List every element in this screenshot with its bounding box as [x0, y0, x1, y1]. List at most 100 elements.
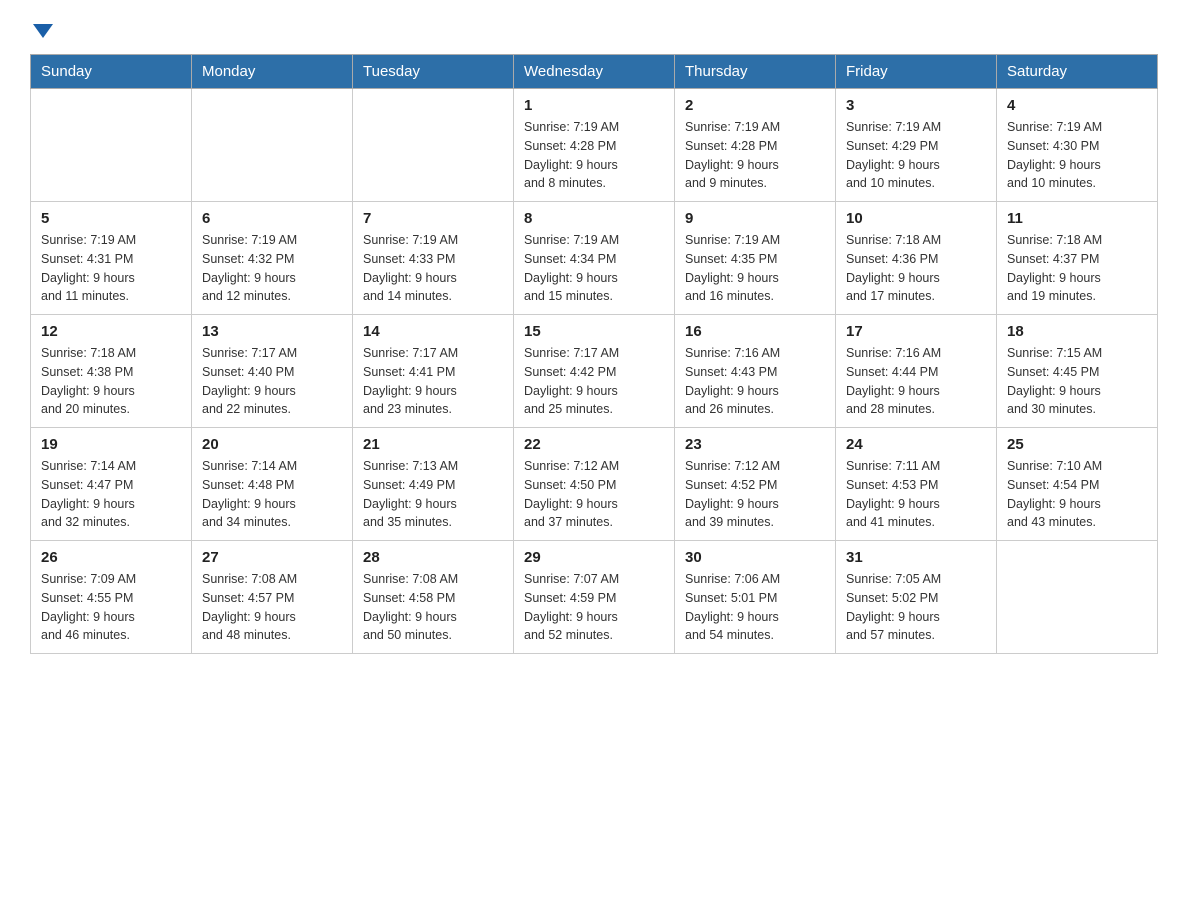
day-info: Sunrise: 7:19 AM Sunset: 4:28 PM Dayligh… [524, 118, 664, 193]
day-number: 15 [524, 323, 664, 340]
day-info: Sunrise: 7:14 AM Sunset: 4:47 PM Dayligh… [41, 457, 181, 532]
day-number: 10 [846, 210, 986, 227]
day-info: Sunrise: 7:19 AM Sunset: 4:29 PM Dayligh… [846, 118, 986, 193]
day-number: 12 [41, 323, 181, 340]
day-cell: 15 Sunrise: 7:17 AM Sunset: 4:42 PM Dayli… [514, 315, 675, 428]
day-cell [192, 89, 353, 202]
day-number: 7 [363, 210, 503, 227]
week-row-3: 12 Sunrise: 7:18 AM Sunset: 4:38 PM Dayli… [31, 315, 1158, 428]
day-cell: 2 Sunrise: 7:19 AM Sunset: 4:28 PM Daylig… [675, 89, 836, 202]
weekday-header-friday: Friday [836, 55, 997, 89]
page-header [30, 20, 1158, 36]
day-cell: 22 Sunrise: 7:12 AM Sunset: 4:50 PM Dayli… [514, 428, 675, 541]
week-row-1: 1 Sunrise: 7:19 AM Sunset: 4:28 PM Daylig… [31, 89, 1158, 202]
day-info: Sunrise: 7:12 AM Sunset: 4:50 PM Dayligh… [524, 457, 664, 532]
day-cell: 30 Sunrise: 7:06 AM Sunset: 5:01 PM Dayli… [675, 541, 836, 654]
weekday-header-thursday: Thursday [675, 55, 836, 89]
day-cell: 21 Sunrise: 7:13 AM Sunset: 4:49 PM Dayli… [353, 428, 514, 541]
day-number: 6 [202, 210, 342, 227]
day-number: 18 [1007, 323, 1147, 340]
day-info: Sunrise: 7:16 AM Sunset: 4:44 PM Dayligh… [846, 344, 986, 419]
calendar-table: SundayMondayTuesdayWednesdayThursdayFrid… [30, 54, 1158, 654]
weekday-header-saturday: Saturday [997, 55, 1158, 89]
day-info: Sunrise: 7:06 AM Sunset: 5:01 PM Dayligh… [685, 570, 825, 645]
day-info: Sunrise: 7:19 AM Sunset: 4:31 PM Dayligh… [41, 231, 181, 306]
day-number: 14 [363, 323, 503, 340]
day-number: 1 [524, 97, 664, 114]
day-cell: 16 Sunrise: 7:16 AM Sunset: 4:43 PM Dayli… [675, 315, 836, 428]
day-info: Sunrise: 7:17 AM Sunset: 4:41 PM Dayligh… [363, 344, 503, 419]
weekday-header-sunday: Sunday [31, 55, 192, 89]
day-cell: 3 Sunrise: 7:19 AM Sunset: 4:29 PM Daylig… [836, 89, 997, 202]
day-cell: 13 Sunrise: 7:17 AM Sunset: 4:40 PM Dayli… [192, 315, 353, 428]
day-cell: 17Sunrise: 7:16 AM Sunset: 4:44 PM Dayli… [836, 315, 997, 428]
day-info: Sunrise: 7:15 AM Sunset: 4:45 PM Dayligh… [1007, 344, 1147, 419]
day-info: Sunrise: 7:07 AM Sunset: 4:59 PM Dayligh… [524, 570, 664, 645]
day-number: 30 [685, 549, 825, 566]
day-number: 25 [1007, 436, 1147, 453]
day-cell: 20 Sunrise: 7:14 AM Sunset: 4:48 PM Dayli… [192, 428, 353, 541]
day-number: 28 [363, 549, 503, 566]
day-cell: 23Sunrise: 7:12 AM Sunset: 4:52 PM Dayli… [675, 428, 836, 541]
day-cell [31, 89, 192, 202]
day-number: 21 [363, 436, 503, 453]
day-info: Sunrise: 7:18 AM Sunset: 4:38 PM Dayligh… [41, 344, 181, 419]
day-number: 9 [685, 210, 825, 227]
day-info: Sunrise: 7:18 AM Sunset: 4:36 PM Dayligh… [846, 231, 986, 306]
day-cell: 24 Sunrise: 7:11 AM Sunset: 4:53 PM Dayli… [836, 428, 997, 541]
day-info: Sunrise: 7:10 AM Sunset: 4:54 PM Dayligh… [1007, 457, 1147, 532]
day-number: 11 [1007, 210, 1147, 227]
weekday-header-tuesday: Tuesday [353, 55, 514, 89]
day-info: Sunrise: 7:12 AM Sunset: 4:52 PM Dayligh… [685, 457, 825, 532]
day-cell: 1 Sunrise: 7:19 AM Sunset: 4:28 PM Daylig… [514, 89, 675, 202]
day-cell: 11 Sunrise: 7:18 AM Sunset: 4:37 PM Dayli… [997, 202, 1158, 315]
day-info: Sunrise: 7:19 AM Sunset: 4:28 PM Dayligh… [685, 118, 825, 193]
day-number: 22 [524, 436, 664, 453]
day-number: 13 [202, 323, 342, 340]
day-number: 5 [41, 210, 181, 227]
day-info: Sunrise: 7:05 AM Sunset: 5:02 PM Dayligh… [846, 570, 986, 645]
day-cell: 8 Sunrise: 7:19 AM Sunset: 4:34 PM Daylig… [514, 202, 675, 315]
day-info: Sunrise: 7:16 AM Sunset: 4:43 PM Dayligh… [685, 344, 825, 419]
day-info: Sunrise: 7:17 AM Sunset: 4:40 PM Dayligh… [202, 344, 342, 419]
week-row-2: 5 Sunrise: 7:19 AM Sunset: 4:31 PM Daylig… [31, 202, 1158, 315]
day-cell: 7Sunrise: 7:19 AM Sunset: 4:33 PM Daylig… [353, 202, 514, 315]
day-info: Sunrise: 7:17 AM Sunset: 4:42 PM Dayligh… [524, 344, 664, 419]
day-cell: 28Sunrise: 7:08 AM Sunset: 4:58 PM Dayli… [353, 541, 514, 654]
day-info: Sunrise: 7:13 AM Sunset: 4:49 PM Dayligh… [363, 457, 503, 532]
day-number: 31 [846, 549, 986, 566]
logo [30, 20, 53, 36]
day-info: Sunrise: 7:19 AM Sunset: 4:35 PM Dayligh… [685, 231, 825, 306]
day-cell: 10 Sunrise: 7:18 AM Sunset: 4:36 PM Dayli… [836, 202, 997, 315]
day-number: 4 [1007, 97, 1147, 114]
week-row-5: 26 Sunrise: 7:09 AM Sunset: 4:55 PM Dayli… [31, 541, 1158, 654]
day-number: 24 [846, 436, 986, 453]
day-number: 27 [202, 549, 342, 566]
day-info: Sunrise: 7:18 AM Sunset: 4:37 PM Dayligh… [1007, 231, 1147, 306]
day-info: Sunrise: 7:09 AM Sunset: 4:55 PM Dayligh… [41, 570, 181, 645]
day-cell: 5 Sunrise: 7:19 AM Sunset: 4:31 PM Daylig… [31, 202, 192, 315]
day-cell: 12 Sunrise: 7:18 AM Sunset: 4:38 PM Dayli… [31, 315, 192, 428]
day-info: Sunrise: 7:08 AM Sunset: 4:57 PM Dayligh… [202, 570, 342, 645]
day-cell: 14 Sunrise: 7:17 AM Sunset: 4:41 PM Dayli… [353, 315, 514, 428]
weekday-header-row: SundayMondayTuesdayWednesdayThursdayFrid… [31, 55, 1158, 89]
day-info: Sunrise: 7:19 AM Sunset: 4:34 PM Dayligh… [524, 231, 664, 306]
day-cell: 19Sunrise: 7:14 AM Sunset: 4:47 PM Dayli… [31, 428, 192, 541]
day-number: 20 [202, 436, 342, 453]
day-info: Sunrise: 7:14 AM Sunset: 4:48 PM Dayligh… [202, 457, 342, 532]
day-cell [997, 541, 1158, 654]
day-cell: 29Sunrise: 7:07 AM Sunset: 4:59 PM Dayli… [514, 541, 675, 654]
day-number: 2 [685, 97, 825, 114]
day-number: 3 [846, 97, 986, 114]
weekday-header-monday: Monday [192, 55, 353, 89]
day-number: 26 [41, 549, 181, 566]
day-cell: 25 Sunrise: 7:10 AM Sunset: 4:54 PM Dayli… [997, 428, 1158, 541]
day-cell: 18 Sunrise: 7:15 AM Sunset: 4:45 PM Dayli… [997, 315, 1158, 428]
day-cell: 27 Sunrise: 7:08 AM Sunset: 4:57 PM Dayli… [192, 541, 353, 654]
day-cell: 6Sunrise: 7:19 AM Sunset: 4:32 PM Daylig… [192, 202, 353, 315]
day-info: Sunrise: 7:11 AM Sunset: 4:53 PM Dayligh… [846, 457, 986, 532]
weekday-header-wednesday: Wednesday [514, 55, 675, 89]
day-number: 8 [524, 210, 664, 227]
day-number: 16 [685, 323, 825, 340]
day-cell [353, 89, 514, 202]
